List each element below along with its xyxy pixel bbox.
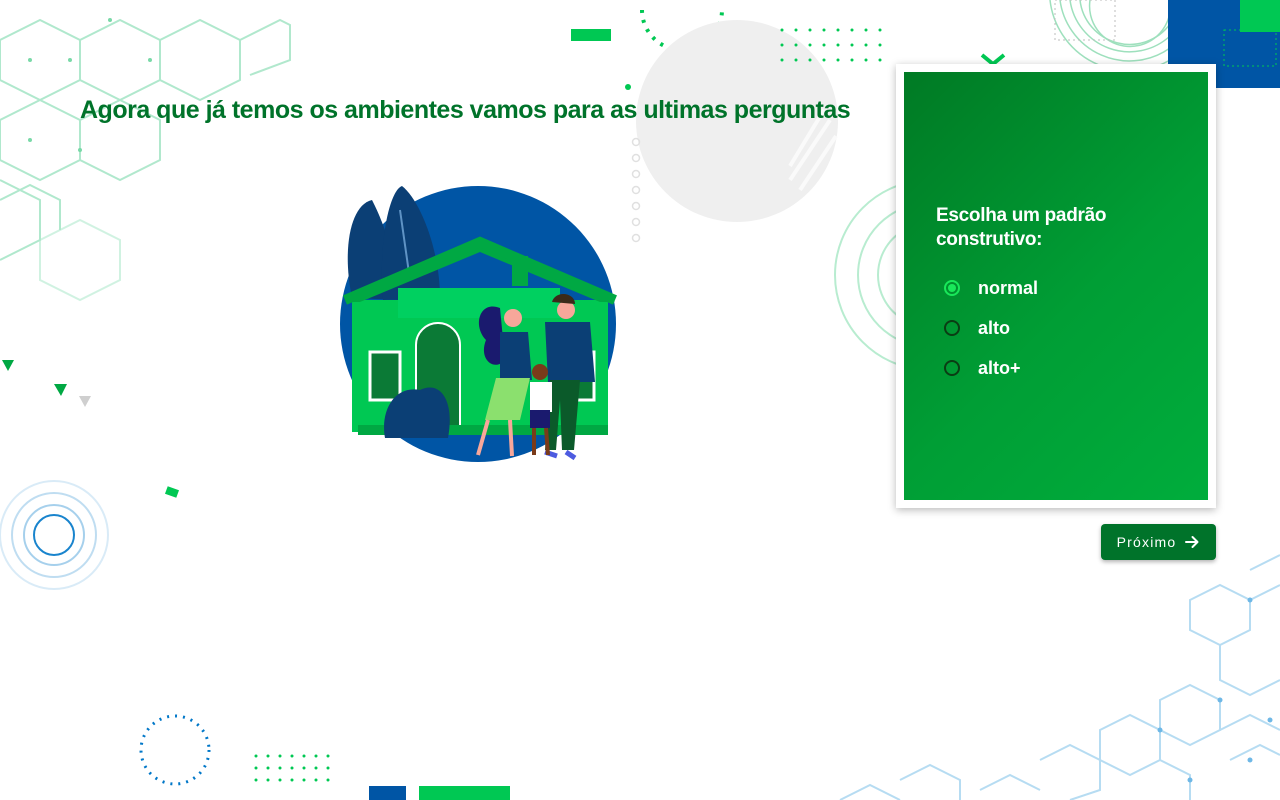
radio-normal[interactable] xyxy=(944,280,960,296)
next-button-label: Próximo xyxy=(1116,534,1177,550)
page-title: Agora que já temos os ambientes vamos pa… xyxy=(80,96,851,124)
option-alto[interactable]: alto xyxy=(944,308,1038,348)
option-normal[interactable]: normal xyxy=(944,268,1038,308)
question-card-panel: Escolha um padrão construtivo: normal al… xyxy=(904,72,1208,500)
question-text: Escolha um padrão construtivo: xyxy=(936,205,1107,250)
arrow-right-icon xyxy=(1185,536,1199,548)
question-card: Escolha um padrão construtivo: normal al… xyxy=(896,64,1216,508)
construction-standard-options: normal alto alto+ xyxy=(944,268,1038,388)
family-house-illustration xyxy=(340,186,617,462)
next-button[interactable]: Próximo xyxy=(1101,524,1216,560)
option-label-alto: alto xyxy=(978,317,1011,338)
radio-alto-plus[interactable] xyxy=(944,360,960,376)
option-label-normal: normal xyxy=(978,277,1039,298)
option-alto-plus[interactable]: alto+ xyxy=(944,348,1038,388)
radio-alto[interactable] xyxy=(944,320,960,336)
option-label-alto-plus: alto+ xyxy=(978,357,1021,378)
